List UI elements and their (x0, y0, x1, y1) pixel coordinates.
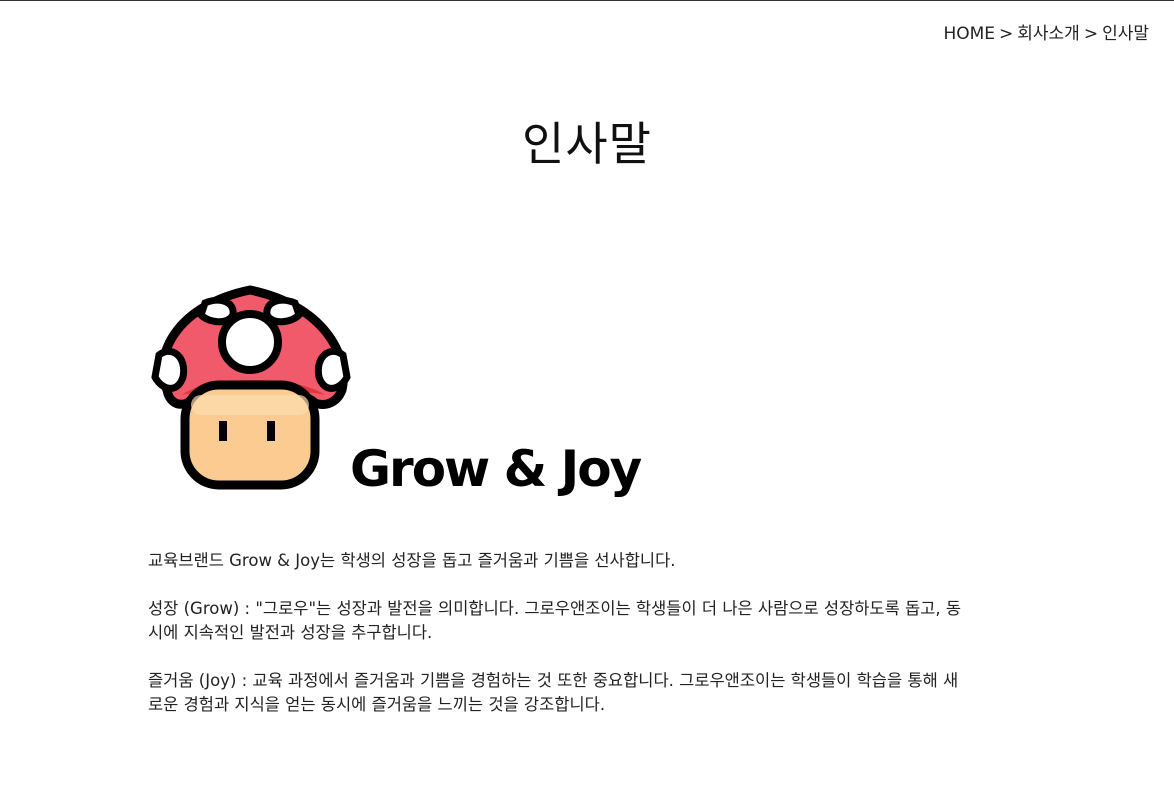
breadcrumb-home-link[interactable]: HOME (943, 24, 995, 44)
cap-spot (263, 296, 304, 326)
mushroom-eye (219, 421, 227, 441)
mushroom-eye (267, 421, 275, 441)
joy-paragraph: 즐거움 (Joy) : 교육 과정에서 즐거움과 기쁨을 경험하는 것 또한 중… (148, 671, 959, 714)
breadcrumb-section-link[interactable]: 회사소개 (1017, 24, 1080, 44)
intro-paragraph: 교육브랜드 Grow & Joy는 학생의 성장을 돕고 즐거움과 기쁨을 선사… (148, 551, 676, 570)
cap-spot (314, 347, 351, 392)
brand-wordmark: Grow & Joy (350, 440, 642, 498)
page-title: 인사말 (522, 117, 652, 171)
breadcrumb: HOME > 회사소개 > 인사말 (943, 19, 1149, 44)
grow-paragraph: 성장 (Grow) : "그로우"는 성장과 발전을 의미합니다. 그로우앤조이… (148, 599, 962, 642)
mushroom-icon (151, 285, 351, 490)
breadcrumb-separator: > (1083, 24, 1099, 44)
cap-spot (196, 296, 237, 326)
greeting-content: 교육브랜드 Grow & Joy는 학생의 성장을 돕고 즐거움과 기쁨을 선사… (148, 549, 968, 741)
cap-spot (151, 347, 188, 392)
breadcrumb-separator: > (999, 24, 1014, 44)
breadcrumb-current: 인사말 (1102, 24, 1149, 44)
top-divider (0, 0, 1174, 1)
